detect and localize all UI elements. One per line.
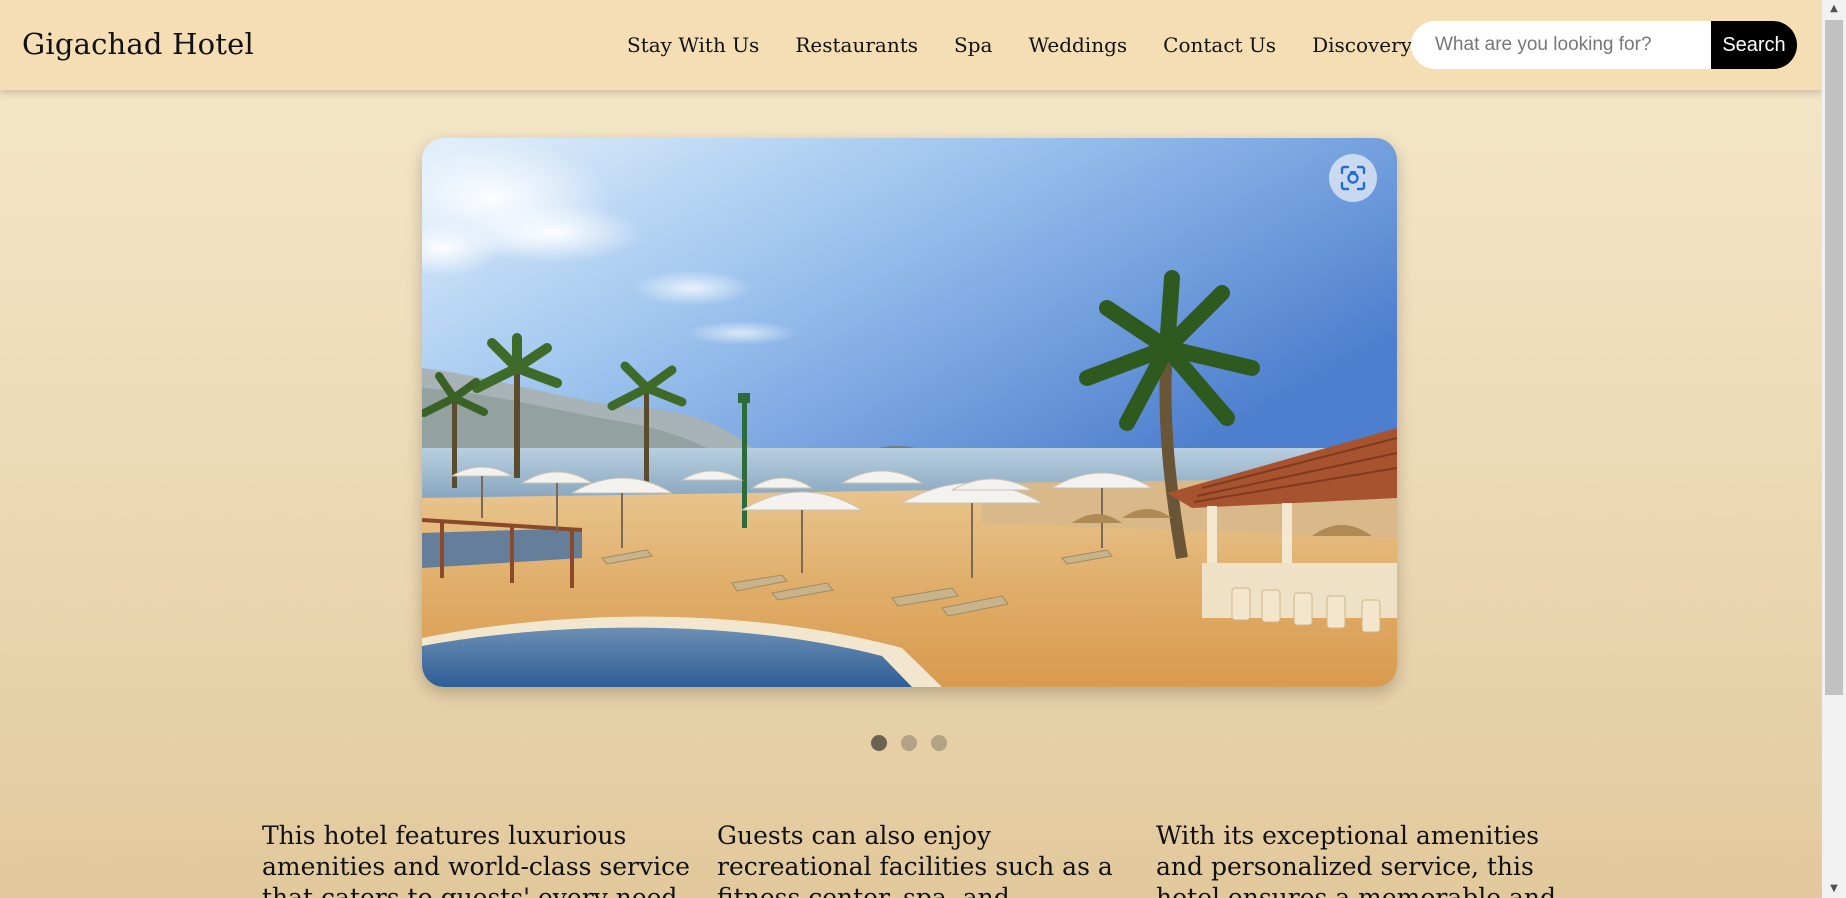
search-input[interactable] <box>1411 21 1711 69</box>
carousel-pagination <box>871 735 947 751</box>
scroll-up-arrow-icon[interactable]: ▲ <box>1822 0 1846 18</box>
nav-link-restaurants[interactable]: Restaurants <box>795 30 918 60</box>
site-header: Gigachad Hotel Stay With Us Restaurants … <box>0 0 1822 90</box>
carousel-dot-2[interactable] <box>901 735 917 751</box>
hero-carousel <box>422 138 1397 687</box>
carousel-dot-1[interactable] <box>871 735 887 751</box>
main-nav: Stay With Us Restaurants Spa Weddings Co… <box>627 30 1448 60</box>
scrollbar-thumb[interactable] <box>1825 20 1843 695</box>
nav-link-discovery[interactable]: Discovery <box>1312 30 1412 60</box>
carousel-dot-3[interactable] <box>931 735 947 751</box>
search-form: Search <box>1411 21 1797 69</box>
visual-search-icon <box>1340 165 1366 191</box>
feature-text-luxury: This hotel features luxurious amenities … <box>262 821 690 898</box>
search-button[interactable]: Search <box>1711 21 1797 69</box>
page-scrollbar[interactable]: ▲ ▼ <box>1822 0 1846 898</box>
nav-link-weddings[interactable]: Weddings <box>1028 30 1127 60</box>
scroll-down-arrow-icon[interactable]: ▼ <box>1822 880 1846 898</box>
visual-search-button[interactable] <box>1329 154 1377 202</box>
nav-link-spa[interactable]: Spa <box>954 30 992 60</box>
feature-text-service: With its exceptional amenities and perso… <box>1156 821 1556 898</box>
brand-logo-text[interactable]: Gigachad Hotel <box>22 24 254 64</box>
feature-text-recreation: Guests can also enjoy recreational facil… <box>717 821 1113 898</box>
nav-link-contact-us[interactable]: Contact Us <box>1163 30 1276 60</box>
beach-resort-image <box>422 138 1397 687</box>
nav-link-stay-with-us[interactable]: Stay With Us <box>627 30 759 60</box>
